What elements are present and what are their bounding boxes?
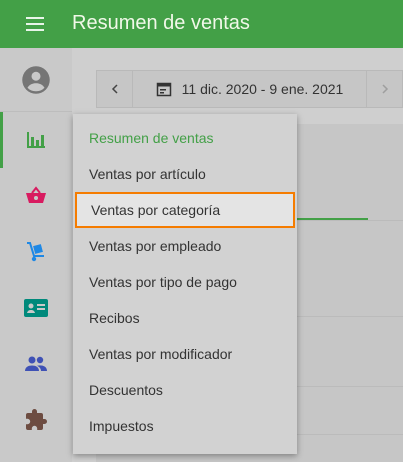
menu-item-impuestos[interactable]: Impuestos <box>73 408 297 444</box>
sidebar-item-customers[interactable] <box>0 336 72 392</box>
app-header: Resumen de ventas <box>0 0 403 48</box>
sidebar <box>0 48 72 462</box>
date-range-picker[interactable]: 11 dic. 2020 - 9 ene. 2021 <box>133 71 366 107</box>
menu-item-ventas-por-categoria[interactable]: Ventas por categoría <box>75 192 295 228</box>
menu-item-descuentos[interactable]: Descuentos <box>73 372 297 408</box>
sidebar-item-integrations[interactable] <box>0 392 72 448</box>
account-circle-icon <box>22 65 50 94</box>
hamburger-menu-icon[interactable] <box>22 13 50 35</box>
chevron-left-icon <box>111 84 118 94</box>
hand-truck-icon <box>27 242 44 262</box>
people-icon <box>25 356 47 371</box>
page-title: Resumen de ventas <box>72 12 250 34</box>
menu-item-ventas-por-empleado[interactable]: Ventas por empleado <box>73 228 297 264</box>
sidebar-item-account[interactable] <box>0 48 72 112</box>
sidebar-item-items[interactable] <box>0 168 72 224</box>
sidebar-item-employees[interactable] <box>0 280 72 336</box>
menu-item-resumen-de-ventas[interactable]: Resumen de ventas <box>73 120 297 156</box>
date-range-label: 11 dic. 2020 - 9 ene. 2021 <box>181 81 344 97</box>
menu-item-recibos[interactable]: Recibos <box>73 300 297 336</box>
sidebar-item-reports[interactable] <box>0 112 72 168</box>
previous-period-button[interactable] <box>97 71 133 107</box>
calendar-icon <box>156 82 171 97</box>
sidebar-item-inventory[interactable] <box>0 224 72 280</box>
puzzle-icon <box>26 409 47 430</box>
bar-chart-icon <box>27 132 45 148</box>
menu-item-ventas-por-tipo-de-pago[interactable]: Ventas por tipo de pago <box>73 264 297 300</box>
next-period-button[interactable] <box>366 71 402 107</box>
date-range-bar: 11 dic. 2020 - 9 ene. 2021 <box>96 70 403 108</box>
menu-item-ventas-por-modificador[interactable]: Ventas por modificador <box>73 336 297 372</box>
basket-icon <box>26 186 46 203</box>
chevron-right-icon <box>381 84 388 94</box>
id-card-icon <box>24 299 48 317</box>
menu-item-ventas-por-articulo[interactable]: Ventas por artículo <box>73 156 297 192</box>
reports-dropdown-menu: Resumen de ventas Ventas por artículo Ve… <box>73 114 297 454</box>
